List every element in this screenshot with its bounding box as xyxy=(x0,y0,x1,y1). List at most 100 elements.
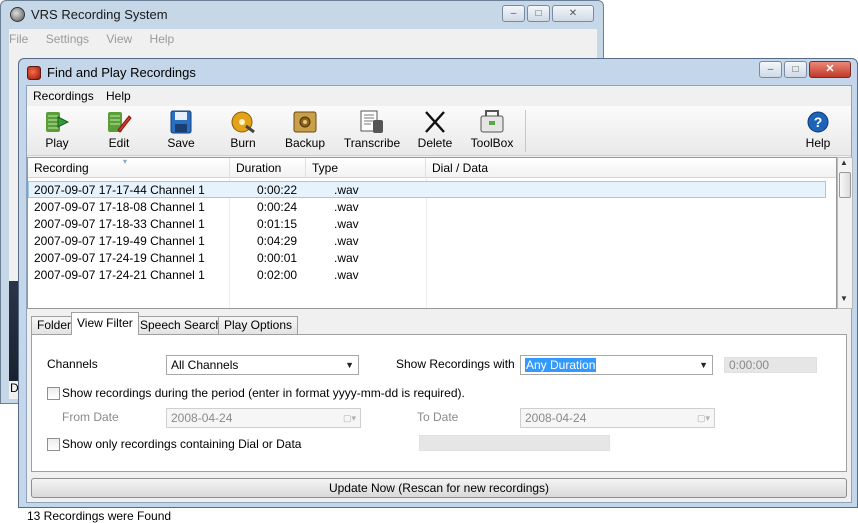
duration-time-field: 0:00:00 xyxy=(724,357,817,373)
cell-type: .wav xyxy=(334,200,359,214)
cell-type: .wav xyxy=(334,234,359,248)
save-icon xyxy=(168,110,194,134)
play-icon xyxy=(44,110,70,134)
from-date-picker[interactable]: 2008-04-24 ▢▾ xyxy=(166,408,361,428)
cell-type: .wav xyxy=(334,183,359,197)
table-row[interactable]: 2007-09-07 17-17-44 Channel 1 0:00:22 .w… xyxy=(28,181,826,198)
cell-type: .wav xyxy=(334,251,359,265)
maximize-icon: □ xyxy=(792,64,799,75)
to-date-label: To Date xyxy=(417,410,459,424)
table-row[interactable]: 2007-09-07 17-19-49 Channel 1 0:04:29 .w… xyxy=(28,233,826,250)
toolbox-button[interactable]: ToolBox xyxy=(461,108,523,154)
status-text: 13 Recordings were Found xyxy=(27,509,172,523)
cell-recording: 2007-09-07 17-18-08 Channel 1 xyxy=(34,200,205,214)
from-date-label: From Date xyxy=(62,410,119,424)
list-header: Recording ▾ Duration Type Dial / Data xyxy=(28,157,836,178)
help-button[interactable]: ? Help xyxy=(788,108,848,154)
back-menu-settings[interactable]: Settings xyxy=(46,32,89,46)
calendar-dropdown-icon: ▢▾ xyxy=(696,413,710,423)
column-type[interactable]: Type xyxy=(306,158,426,178)
scrollbar-thumb[interactable] xyxy=(839,172,851,198)
cell-recording: 2007-09-07 17-24-21 Channel 1 xyxy=(34,268,205,282)
find-and-play-window: Find and Play Recordings – □ ✕ Recording… xyxy=(18,58,858,523)
column-duration[interactable]: Duration xyxy=(230,158,306,178)
burn-icon xyxy=(230,110,256,134)
app-icon xyxy=(10,7,25,22)
scroll-down-icon[interactable]: ▼ xyxy=(840,294,848,303)
column-recording[interactable]: Recording ▾ xyxy=(28,157,230,178)
tab-strip: Folder View Filter Speech Search Play Op… xyxy=(27,312,851,335)
edit-icon xyxy=(106,110,132,134)
play-label: Play xyxy=(45,136,69,150)
close-button[interactable]: ✕ xyxy=(809,61,851,78)
chevron-down-icon: ▼ xyxy=(699,360,708,370)
calendar-dropdown-icon: ▢▾ xyxy=(342,413,356,423)
background-menubar: File Settings View Help xyxy=(9,29,597,49)
svg-text:?: ? xyxy=(814,114,823,130)
tab-view-filter[interactable]: View Filter xyxy=(71,312,139,335)
cell-duration: 0:00:24 xyxy=(257,200,298,214)
backup-label: Backup xyxy=(284,136,326,150)
transcribe-label: Transcribe xyxy=(343,136,401,150)
toolbar-separator xyxy=(525,110,526,152)
window-title: Find and Play Recordings xyxy=(47,65,196,80)
cell-duration: 0:04:29 xyxy=(257,234,298,248)
delete-label: Delete xyxy=(417,136,453,150)
save-button[interactable]: Save xyxy=(151,108,211,154)
back-menu-view[interactable]: View xyxy=(106,32,132,46)
sort-arrow-icon: ▾ xyxy=(123,157,128,166)
delete-button[interactable]: Delete xyxy=(405,108,465,154)
help-icon: ? xyxy=(805,110,831,134)
chevron-down-icon: ▼ xyxy=(345,360,354,370)
tab-play-options[interactable]: Play Options xyxy=(218,316,299,334)
play-button[interactable]: Play xyxy=(27,108,87,154)
channels-select[interactable]: All Channels ▼ xyxy=(166,355,359,375)
back-close-button[interactable]: ✕ xyxy=(552,5,594,22)
cell-recording: 2007-09-07 17-18-33 Channel 1 xyxy=(34,217,205,231)
save-label: Save xyxy=(167,136,195,150)
menu-recordings[interactable]: Recordings xyxy=(33,89,94,103)
burn-button[interactable]: Burn xyxy=(213,108,273,154)
transcribe-button[interactable]: Transcribe xyxy=(337,108,407,154)
period-checkbox[interactable] xyxy=(47,387,60,400)
cell-type: .wav xyxy=(334,268,359,282)
scroll-up-icon[interactable]: ▲ xyxy=(840,158,848,167)
dial-data-label: Show only recordings containing Dial or … xyxy=(62,437,302,451)
recordings-list[interactable]: Recording ▾ Duration Type Dial / Data 20… xyxy=(27,157,837,309)
table-row[interactable]: 2007-09-07 17-24-21 Channel 1 0:02:00 .w… xyxy=(28,267,826,284)
dial-data-field xyxy=(419,435,610,451)
tab-speech-search[interactable]: Speech Search xyxy=(134,316,229,334)
cell-duration: 0:00:22 xyxy=(257,183,298,197)
back-minimize-button[interactable]: – xyxy=(502,5,525,22)
back-menu-help[interactable]: Help xyxy=(150,32,175,46)
cell-duration: 0:02:00 xyxy=(257,268,298,282)
maximize-button[interactable]: □ xyxy=(784,61,807,78)
table-row[interactable]: 2007-09-07 17-18-08 Channel 1 0:00:24 .w… xyxy=(28,199,826,216)
table-row[interactable]: 2007-09-07 17-18-33 Channel 1 0:01:15 .w… xyxy=(28,216,826,233)
minimize-icon: – xyxy=(767,64,774,75)
cell-duration: 0:00:01 xyxy=(257,251,298,265)
toolbar: Play Edit Save Burn Backup Transcribe De… xyxy=(27,106,851,156)
edit-button[interactable]: Edit xyxy=(89,108,149,154)
dial-data-checkbox[interactable] xyxy=(47,438,60,451)
cell-recording: 2007-09-07 17-19-49 Channel 1 xyxy=(34,234,205,248)
to-date-picker[interactable]: 2008-04-24 ▢▾ xyxy=(520,408,715,428)
cell-duration: 0:01:15 xyxy=(257,217,298,231)
duration-select[interactable]: Any Duration ▼ xyxy=(520,355,713,375)
window-client-area: Recordings Help Play Edit Save Burn Back… xyxy=(26,85,853,523)
delete-icon xyxy=(422,110,448,134)
back-menu-file[interactable]: File xyxy=(9,32,28,46)
show-recordings-with-label: Show Recordings with xyxy=(396,357,515,371)
update-now-button[interactable]: Update Now (Rescan for new recordings) xyxy=(31,478,847,498)
toolbox-icon xyxy=(479,110,505,134)
table-row[interactable]: 2007-09-07 17-24-19 Channel 1 0:00:01 .w… xyxy=(28,250,826,267)
backup-button[interactable]: Backup xyxy=(275,108,335,154)
edit-label: Edit xyxy=(108,136,130,150)
column-dial-data[interactable]: Dial / Data xyxy=(426,158,836,178)
record-icon xyxy=(27,66,41,80)
back-maximize-button[interactable]: □ xyxy=(527,5,550,22)
minimize-button[interactable]: – xyxy=(759,61,782,78)
channels-label: Channels xyxy=(47,357,98,371)
list-scrollbar[interactable]: ▲ ▼ xyxy=(837,157,853,309)
menu-help[interactable]: Help xyxy=(106,89,131,103)
